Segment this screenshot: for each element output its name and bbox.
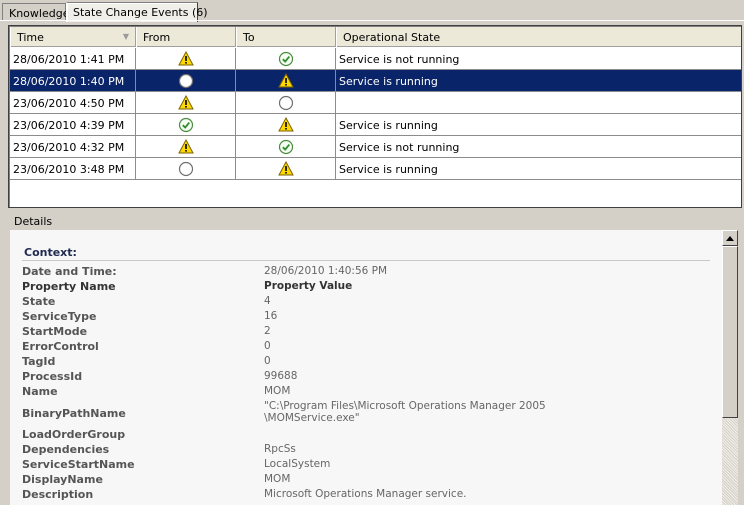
property-value-header: Property Value bbox=[264, 280, 353, 292]
table-row[interactable]: 28/06/2010 1:40 PM Service is running bbox=[10, 70, 741, 92]
operational-state-cell: Service is running bbox=[339, 163, 438, 176]
sort-descending-icon: ▼ bbox=[122, 32, 129, 41]
time-cell: 23/06/2010 3:48 PM bbox=[10, 158, 136, 179]
property-name: ServiceType bbox=[22, 310, 97, 323]
warning-icon bbox=[136, 136, 236, 157]
date-value: 28/06/2010 1:40:56 PM bbox=[264, 265, 388, 277]
property-name: Dependencies bbox=[22, 443, 110, 456]
warning-icon bbox=[136, 48, 236, 69]
warning-icon bbox=[236, 70, 336, 91]
state-change-grid: Time ▼ From To Operational State 28/06/20… bbox=[8, 25, 742, 208]
tab-knowledge[interactable]: Knowledge bbox=[2, 3, 70, 21]
property-value: 99688 bbox=[264, 370, 298, 382]
tab-label: Knowledge bbox=[9, 7, 70, 20]
time-cell: 23/06/2010 4:39 PM bbox=[10, 114, 136, 135]
column-header-to[interactable]: To bbox=[236, 27, 336, 47]
property-value: 0 bbox=[264, 340, 271, 352]
tab-state-change-events[interactable]: State Change Events (6) bbox=[66, 2, 208, 22]
table-row[interactable]: 28/06/2010 1:41 PM Service is not running bbox=[10, 48, 741, 70]
warning-icon bbox=[136, 92, 236, 113]
context-heading: Context: bbox=[24, 246, 77, 259]
scroll-thumb[interactable] bbox=[722, 246, 738, 418]
operational-state-cell: Service is running bbox=[339, 75, 438, 88]
property-name: Description bbox=[22, 488, 94, 501]
grid-header: Time ▼ From To Operational State bbox=[10, 27, 741, 47]
tab-strip: Knowledge State Change Events (6) bbox=[0, 0, 744, 22]
table-row[interactable]: 23/06/2010 4:32 PM Service is not running bbox=[10, 136, 741, 158]
property-name: ServiceStartName bbox=[22, 458, 135, 471]
details-scrollbar[interactable] bbox=[722, 230, 738, 505]
success-check-icon bbox=[236, 48, 336, 69]
table-row[interactable]: 23/06/2010 4:50 PM bbox=[10, 92, 741, 114]
property-name: ProcessId bbox=[22, 370, 83, 383]
table-row[interactable]: 23/06/2010 4:39 PM Service is running bbox=[10, 114, 741, 136]
time-cell: 23/06/2010 4:50 PM bbox=[10, 92, 136, 113]
warning-icon bbox=[236, 114, 336, 135]
date-label: Date and Time: bbox=[22, 265, 117, 278]
property-value: MOM bbox=[264, 473, 291, 485]
uninitialized-circle-icon bbox=[136, 158, 236, 179]
property-name: BinaryPathName bbox=[22, 407, 126, 420]
column-header-operational-state[interactable]: Operational State bbox=[336, 27, 741, 47]
property-name: ErrorControl bbox=[22, 340, 99, 353]
operational-state-cell: Service is not running bbox=[339, 141, 460, 154]
warning-icon bbox=[236, 158, 336, 179]
operational-state-cell: Service is not running bbox=[339, 53, 460, 66]
property-name: Name bbox=[22, 385, 58, 398]
column-header-from[interactable]: From bbox=[136, 27, 236, 47]
property-value: RpcSs bbox=[264, 443, 296, 455]
scroll-up-button[interactable] bbox=[722, 230, 738, 246]
time-cell: 28/06/2010 1:41 PM bbox=[10, 48, 136, 69]
table-row[interactable]: 23/06/2010 3:48 PM Service is running bbox=[10, 158, 741, 180]
uninitialized-circle-icon bbox=[136, 70, 236, 91]
arrow-up-icon bbox=[726, 235, 734, 241]
success-check-icon bbox=[136, 114, 236, 135]
property-name: LoadOrderGroup bbox=[22, 428, 126, 441]
property-value: 16 bbox=[264, 310, 278, 322]
time-cell: 23/06/2010 4:32 PM bbox=[10, 136, 136, 157]
property-value: 2 bbox=[264, 325, 271, 337]
property-name: DisplayName bbox=[22, 473, 103, 486]
property-name: State bbox=[22, 295, 56, 308]
tab-divider bbox=[0, 20, 744, 21]
property-value: LocalSystem bbox=[264, 458, 331, 470]
property-name-header: Property Name bbox=[22, 280, 116, 293]
property-value: 0 bbox=[264, 355, 271, 367]
property-name: StartMode bbox=[22, 325, 88, 338]
property-value: "C:\Program Files\Microsoft Operations M… bbox=[264, 400, 546, 424]
column-header-time[interactable]: Time ▼ bbox=[10, 27, 136, 47]
tab-label: State Change Events (6) bbox=[73, 6, 208, 19]
property-name: TagId bbox=[22, 355, 56, 368]
success-check-icon bbox=[236, 136, 336, 157]
uninitialized-circle-icon bbox=[236, 92, 336, 113]
details-label: Details bbox=[14, 215, 53, 228]
time-cell: 28/06/2010 1:40 PM bbox=[10, 70, 136, 91]
operational-state-cell: Service is running bbox=[339, 119, 438, 132]
context-divider bbox=[22, 260, 710, 261]
property-value: MOM bbox=[264, 385, 291, 397]
property-value: Microsoft Operations Manager service. bbox=[264, 488, 467, 500]
property-value: 4 bbox=[264, 295, 271, 307]
details-pane: Context: Date and Time: 28/06/2010 1:40:… bbox=[10, 230, 738, 505]
operational-state-cell bbox=[336, 92, 741, 113]
